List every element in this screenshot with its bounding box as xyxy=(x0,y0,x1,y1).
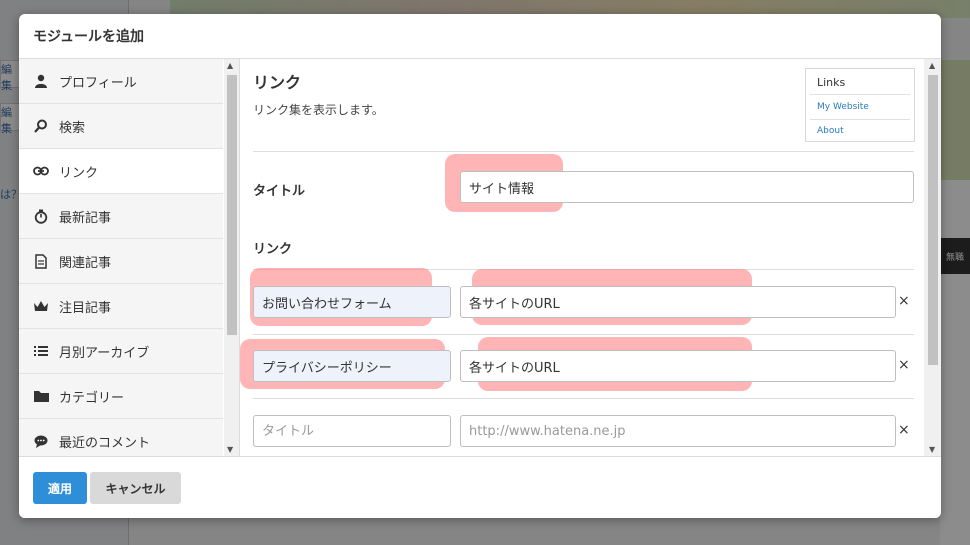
preview-link: My Website xyxy=(817,102,869,112)
module-preview: Links My Website About xyxy=(805,68,915,142)
stopwatch-icon xyxy=(33,208,49,224)
dialog-body: プロフィール 検索 リンク 最新記事 関連記事 注目記事 月別アーカイブ カテゴ… xyxy=(19,59,941,456)
module-title: リンク xyxy=(253,73,302,92)
document-icon xyxy=(33,253,49,269)
content-scrollbar[interactable]: ▲ ▼ xyxy=(924,59,941,456)
link-url-input[interactable] xyxy=(460,286,896,318)
content-scroll-thumb[interactable] xyxy=(928,75,938,365)
sidebar-item-link[interactable]: リンク xyxy=(19,149,223,194)
link-title-input[interactable] xyxy=(253,286,451,318)
sidebar-item-search[interactable]: 検索 xyxy=(19,104,223,149)
row-divider xyxy=(253,398,914,399)
crown-icon xyxy=(33,298,49,314)
scroll-up-icon[interactable]: ▲ xyxy=(227,61,233,70)
title-label: タイトル xyxy=(253,184,306,199)
preview-link: About xyxy=(817,126,844,136)
preview-title: Links xyxy=(817,76,846,89)
remove-link-icon[interactable]: × xyxy=(898,422,910,438)
section-divider xyxy=(253,151,914,152)
sidebar-item-featured-posts[interactable]: 注目記事 xyxy=(19,284,223,329)
apply-button[interactable]: 適用 xyxy=(33,472,87,504)
comment-icon xyxy=(33,433,49,449)
person-icon xyxy=(33,73,49,89)
link-icon xyxy=(33,163,49,179)
scroll-down-icon[interactable]: ▼ xyxy=(929,445,935,454)
sidebar-item-related-posts[interactable]: 関連記事 xyxy=(19,239,223,284)
scroll-up-icon[interactable]: ▲ xyxy=(929,61,935,70)
link-title-input[interactable] xyxy=(253,350,451,382)
sidebar-scroll-thumb[interactable] xyxy=(227,75,237,335)
sidebar-item-category[interactable]: カテゴリー xyxy=(19,374,223,419)
module-list: プロフィール 検索 リンク 最新記事 関連記事 注目記事 月別アーカイブ カテゴ… xyxy=(19,59,223,456)
sidebar-item-recent-comments[interactable]: 最近のコメント xyxy=(19,419,223,456)
folder-icon xyxy=(33,388,49,404)
title-input[interactable] xyxy=(460,171,914,203)
sidebar-scrollbar[interactable]: ▲ ▼ xyxy=(224,59,239,456)
scroll-down-icon[interactable]: ▼ xyxy=(227,445,233,454)
row-divider xyxy=(253,334,914,335)
cancel-button[interactable]: キャンセル xyxy=(90,472,181,504)
remove-link-icon[interactable]: × xyxy=(898,357,910,373)
preview-divider xyxy=(810,94,910,95)
sidebar-item-recent-posts[interactable]: 最新記事 xyxy=(19,194,223,239)
dialog-header: モジュールを追加 xyxy=(19,14,941,59)
search-icon xyxy=(33,118,49,134)
dialog-footer: 適用 キャンセル xyxy=(19,456,941,518)
link-url-input[interactable] xyxy=(460,350,896,382)
sidebar-item-profile[interactable]: プロフィール xyxy=(19,59,223,104)
list-icon xyxy=(33,343,49,359)
new-link-url-input[interactable] xyxy=(460,415,896,447)
preview-divider xyxy=(810,119,910,120)
add-module-dialog: モジュールを追加 プロフィール 検索 リンク 最新記事 関連記事 注目記事 月別… xyxy=(19,14,941,518)
sidebar-item-monthly-archive[interactable]: 月別アーカイブ xyxy=(19,329,223,374)
module-description: リンク集を表示します。 xyxy=(253,103,384,117)
links-label: リンク xyxy=(253,242,293,257)
new-link-title-input[interactable] xyxy=(253,415,451,447)
module-settings: リンク リンク集を表示します。 Links My Website About タ… xyxy=(240,59,924,456)
remove-link-icon[interactable]: × xyxy=(898,293,910,309)
dialog-title: モジュールを追加 xyxy=(33,29,145,45)
